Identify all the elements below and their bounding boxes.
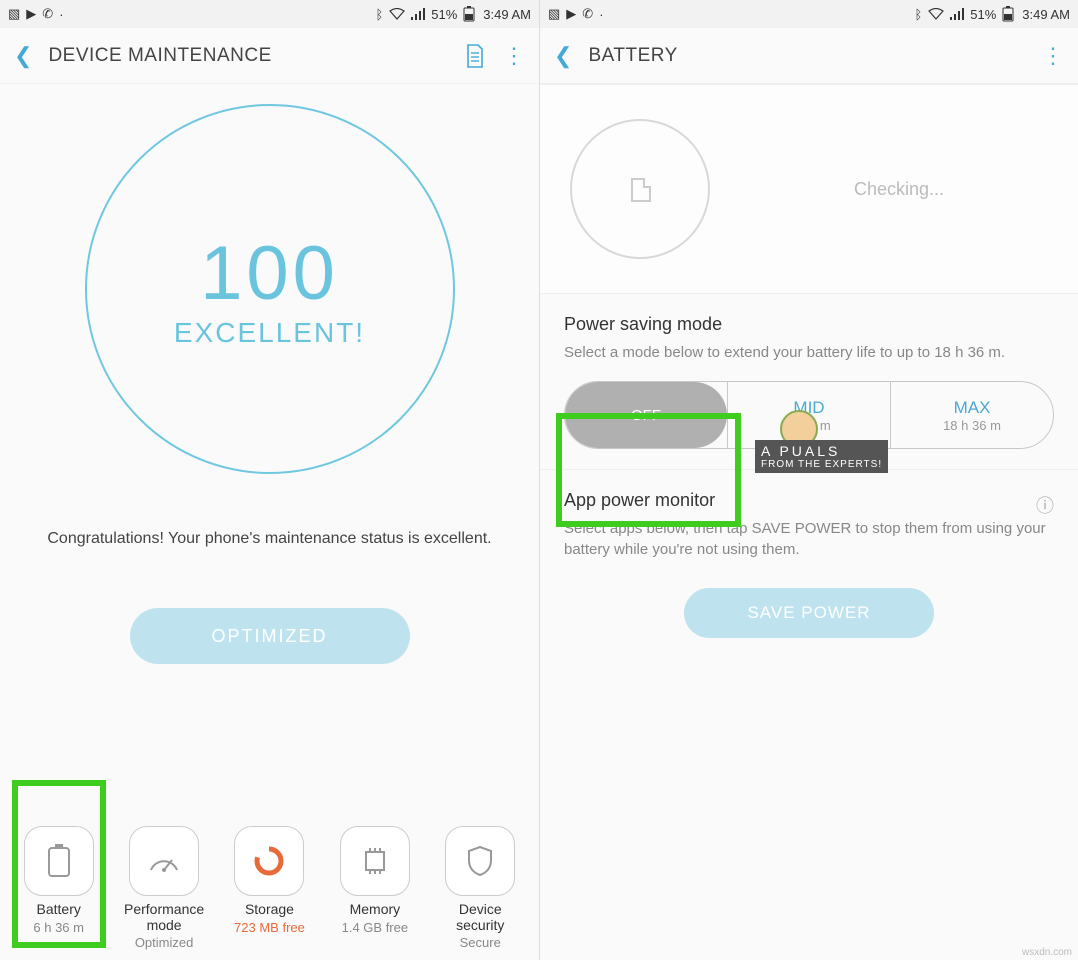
battery-outline-icon xyxy=(46,843,72,879)
score-circle: 100 EXCELLENT! xyxy=(85,104,455,474)
mode-off[interactable]: OFF xyxy=(565,382,727,448)
tile-security[interactable]: Device security Secure xyxy=(433,826,527,950)
storage-icon xyxy=(253,845,285,877)
battery-percent: 51% xyxy=(431,7,457,22)
tile-sub: 723 MB free xyxy=(234,920,305,935)
page-title: DEVICE MAINTENANCE xyxy=(48,45,271,67)
page-title: BATTERY xyxy=(588,45,677,67)
mode-max[interactable]: MAX 18 h 36 m xyxy=(890,382,1053,448)
bluetooth-icon: ᛒ xyxy=(914,7,922,22)
save-power-button[interactable]: SAVE POWER xyxy=(684,588,934,638)
watermark-name: A PUALS xyxy=(761,443,882,459)
tile-performance[interactable]: Performance mode Optimized xyxy=(117,826,211,950)
score-grade: EXCELLENT! xyxy=(174,317,365,349)
whatsapp-icon: ✆ xyxy=(582,6,593,22)
tile-label: Device security xyxy=(433,902,527,933)
back-icon[interactable]: ❮ xyxy=(14,43,32,69)
battery-icon xyxy=(1002,6,1014,22)
mode-max-label: MAX xyxy=(954,398,991,418)
tile-label: Storage xyxy=(245,902,294,917)
bottom-tiles: Battery 6 h 36 m Performance mode Optimi… xyxy=(0,826,539,950)
status-bar: ▧ ▶ ✆ · ᛒ 51% 3:49 AM xyxy=(540,0,1078,28)
battery-icon xyxy=(463,6,475,22)
shield-icon xyxy=(467,845,493,877)
watermark-badge: A PUALS FROM THE EXPERTS! xyxy=(755,440,888,473)
wifi-icon xyxy=(389,8,405,20)
tile-storage[interactable]: Storage 723 MB free xyxy=(222,826,316,950)
mode-off-label: OFF xyxy=(631,407,661,424)
screen-battery: ▧ ▶ ✆ · ᛒ 51% 3:49 AM ❮ BATTERY ⋮ xyxy=(539,0,1078,960)
dot-icon: · xyxy=(59,7,63,22)
screen-device-maintenance: ▧ ▶ ✆ · ᛒ 51% 3:49 AM ❮ DEVICE MAINTENAN… xyxy=(0,0,539,960)
psm-title: Power saving mode xyxy=(564,314,1054,335)
tile-sub: Optimized xyxy=(135,935,194,950)
checking-text: Checking... xyxy=(750,179,1048,200)
tile-sub: 6 h 36 m xyxy=(33,920,84,935)
section-app-power-monitor: App power monitor ⓘ Select apps below, t… xyxy=(540,470,1078,658)
whatsapp-icon: ✆ xyxy=(42,6,53,22)
gallery-icon: ▧ xyxy=(8,6,20,22)
play-icon: ▶ xyxy=(566,6,576,22)
score-area: 100 EXCELLENT! Congratulations! Your pho… xyxy=(0,84,539,664)
tile-battery[interactable]: Battery 6 h 36 m xyxy=(12,826,106,950)
play-icon: ▶ xyxy=(26,6,36,22)
signal-icon xyxy=(411,8,425,20)
tile-label: Performance mode xyxy=(117,902,211,933)
document-icon[interactable] xyxy=(465,44,485,68)
clock: 3:49 AM xyxy=(483,7,531,22)
battery-summary: Checking... xyxy=(540,84,1078,294)
watermark-tagline: FROM THE EXPERTS! xyxy=(761,459,882,470)
wifi-icon xyxy=(928,8,944,20)
dot-icon: · xyxy=(599,7,603,22)
gallery-icon: ▧ xyxy=(548,6,560,22)
score-value: 100 xyxy=(200,230,339,317)
app-bar: ❮ DEVICE MAINTENANCE ⋮ xyxy=(0,28,539,84)
app-bar: ❮ BATTERY ⋮ xyxy=(540,28,1078,84)
psm-desc: Select a mode below to extend your batte… xyxy=(564,343,1054,363)
tile-memory[interactable]: Memory 1.4 GB free xyxy=(328,826,422,950)
optimized-button[interactable]: OPTIMIZED xyxy=(130,608,410,664)
back-icon[interactable]: ❮ xyxy=(554,43,572,69)
tile-sub: Secure xyxy=(460,935,501,950)
gauge-icon xyxy=(147,848,181,874)
battery-percent: 51% xyxy=(970,7,996,22)
tile-label: Memory xyxy=(350,902,401,917)
more-icon[interactable]: ⋮ xyxy=(503,43,525,69)
tile-sub: 1.4 GB free xyxy=(342,920,408,935)
memory-icon xyxy=(360,846,390,876)
clock: 3:49 AM xyxy=(1022,7,1070,22)
mode-max-sub: 18 h 36 m xyxy=(943,418,1001,433)
status-bar: ▧ ▶ ✆ · ᛒ 51% 3:49 AM xyxy=(0,0,539,28)
apm-desc: Select apps below, then tap SAVE POWER t… xyxy=(564,519,1054,560)
signal-icon xyxy=(950,8,964,20)
congrats-text: Congratulations! Your phone's maintenanc… xyxy=(27,530,511,548)
more-icon[interactable]: ⋮ xyxy=(1042,43,1064,69)
tile-label: Battery xyxy=(37,902,81,917)
battery-circle xyxy=(570,119,710,259)
source-watermark: wsxdn.com xyxy=(1022,947,1072,958)
apm-title: App power monitor xyxy=(564,490,715,511)
bluetooth-icon: ᛒ xyxy=(375,7,383,22)
info-icon[interactable]: ⓘ xyxy=(1036,492,1054,518)
